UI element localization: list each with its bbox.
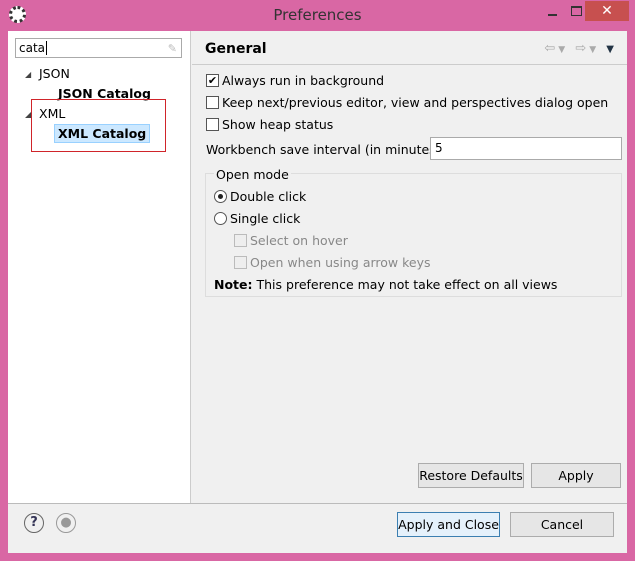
tree-item-json[interactable]: JSON — [39, 66, 70, 81]
select-on-hover-label: Select on hover — [250, 233, 348, 248]
back-dropdown-icon[interactable]: ▼ — [558, 45, 568, 55]
preference-page: General ⇦▼ ⇨▼ ▼ ✔ Always run in backgrou… — [192, 31, 627, 503]
clear-filter-icon[interactable]: ✎ — [168, 42, 177, 55]
apply-and-close-button[interactable]: Apply and Close — [397, 512, 500, 537]
help-icon[interactable]: ? — [24, 513, 44, 533]
save-interval-label: Workbench save interval (in minutes): — [206, 142, 445, 157]
expand-triangle-icon[interactable]: ◢ — [25, 70, 31, 79]
cancel-button[interactable]: Cancel — [510, 512, 614, 537]
title-bar: Preferences ✕ — [0, 0, 635, 31]
note-text: This preference may not take effect on a… — [256, 277, 558, 292]
forward-dropdown-icon[interactable]: ▼ — [589, 45, 599, 55]
back-arrow-icon[interactable]: ⇦ — [544, 41, 558, 56]
double-click-label: Double click — [230, 189, 307, 204]
always-run-label: Always run in background — [222, 73, 385, 88]
heap-status-checkbox[interactable] — [206, 118, 219, 131]
double-click-radio[interactable] — [214, 190, 227, 203]
forward-arrow-icon[interactable]: ⇨ — [575, 41, 589, 56]
dialog-body: cata ✎ ◢ JSON JSON Catalog ◢ XML XML Cat… — [8, 31, 627, 553]
apply-button[interactable]: Apply — [531, 463, 621, 488]
keep-dialog-label: Keep next/previous editor, view and pers… — [222, 95, 609, 110]
window-title: Preferences — [273, 6, 362, 24]
filter-input[interactable]: cata ✎ — [15, 38, 182, 58]
page-title: General — [205, 41, 267, 57]
save-interval-input[interactable]: 5 — [430, 137, 622, 160]
page-navigation: ⇦▼ ⇨▼ ▼ — [544, 41, 617, 56]
open-mode-title: Open mode — [214, 167, 291, 182]
select-on-hover-checkbox[interactable] — [234, 234, 247, 247]
footer-divider — [8, 503, 627, 504]
minimize-button[interactable] — [548, 14, 557, 16]
always-run-checkbox[interactable]: ✔ — [206, 74, 219, 87]
note-label: Note: — [214, 277, 253, 292]
preference-tree-panel: cata ✎ ◢ JSON JSON Catalog ◢ XML XML Cat… — [8, 31, 191, 503]
filter-value: cata — [19, 41, 46, 55]
close-button[interactable]: ✕ — [585, 1, 629, 21]
tree-item-xml[interactable]: XML — [39, 106, 65, 121]
expand-triangle-icon[interactable]: ◢ — [25, 110, 31, 119]
heap-status-label: Show heap status — [222, 117, 334, 132]
arrow-keys-label: Open when using arrow keys — [250, 255, 431, 270]
arrow-keys-checkbox[interactable] — [234, 256, 247, 269]
tree-item-xml-catalog[interactable]: XML Catalog — [54, 124, 151, 143]
maximize-button[interactable] — [571, 6, 582, 16]
view-menu-icon[interactable]: ▼ — [606, 44, 617, 55]
restore-defaults-button[interactable]: Restore Defaults — [418, 463, 524, 488]
single-click-label: Single click — [230, 211, 301, 226]
header-divider — [192, 64, 627, 65]
import-export-icon[interactable]: ● — [56, 513, 76, 533]
single-click-radio[interactable] — [214, 212, 227, 225]
save-interval-value: 5 — [435, 141, 443, 155]
note: Note: This preference may not take effec… — [214, 277, 557, 292]
keep-dialog-checkbox[interactable] — [206, 96, 219, 109]
